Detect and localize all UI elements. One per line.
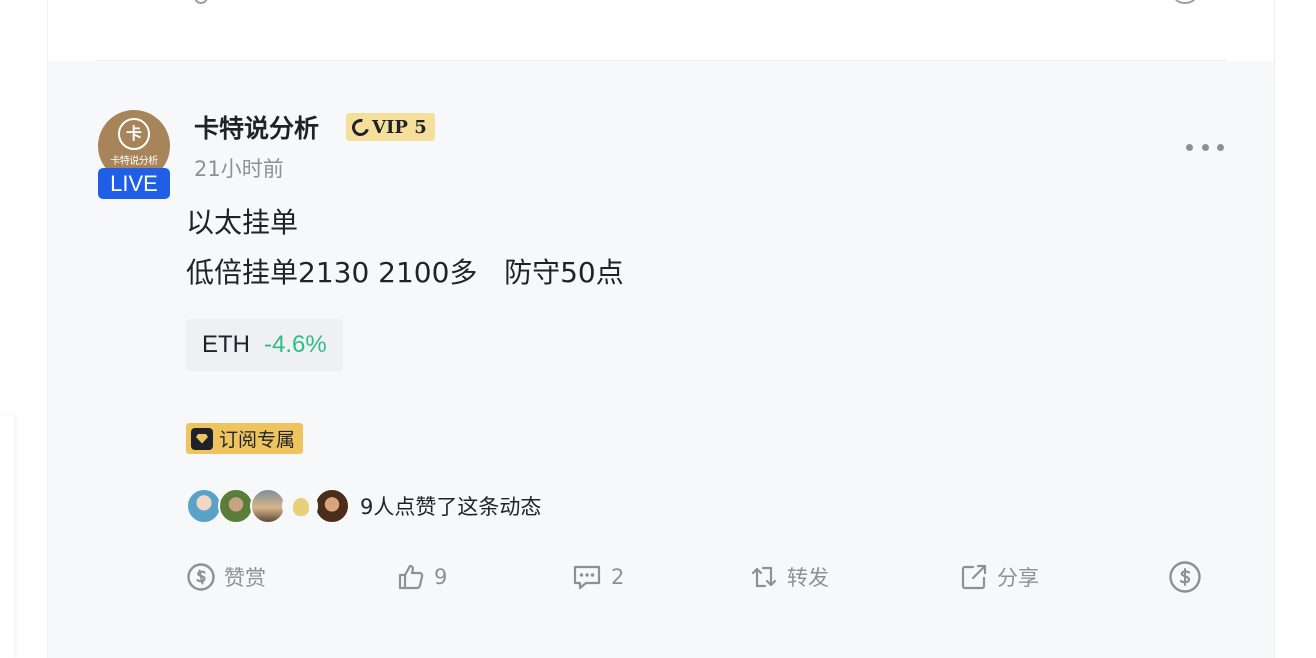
likers-row[interactable]: 9人点赞了这条动态 bbox=[186, 487, 541, 525]
coin-icon bbox=[1169, 561, 1201, 593]
coin-button[interactable] bbox=[1168, 559, 1202, 595]
comment-button[interactable]: 2 bbox=[571, 559, 624, 595]
liker-avatar[interactable] bbox=[250, 488, 286, 524]
vip-label: VIP 5 bbox=[372, 116, 427, 138]
avatar-text: 卡特说分析 bbox=[110, 156, 158, 167]
tip-label: 赞赏 bbox=[224, 566, 266, 590]
tip-icon bbox=[187, 563, 215, 591]
previous-tip-icon[interactable] bbox=[194, 0, 208, 4]
more-icon[interactable] bbox=[1186, 139, 1224, 155]
tip-button[interactable]: 赞赏 bbox=[186, 559, 266, 595]
next-post-preview bbox=[188, 626, 1218, 658]
action-bar: 赞赏 9 2 转发 分享 bbox=[186, 559, 1206, 595]
thumbs-up-icon bbox=[398, 564, 424, 590]
post-card: 卡 卡特说分析 LIVE 卡特说分析 VIP 5 21小时前 以太挂单 低倍挂单… bbox=[48, 61, 1274, 658]
repost-icon bbox=[751, 566, 777, 588]
vip-icon bbox=[348, 115, 373, 139]
liker-avatar[interactable] bbox=[218, 488, 254, 524]
share-label: 分享 bbox=[997, 566, 1039, 590]
subscription-badge: 订阅专属 bbox=[186, 423, 304, 454]
ticker-change: -4.6% bbox=[264, 331, 327, 358]
repost-button[interactable]: 转发 bbox=[749, 559, 829, 595]
author-name[interactable]: 卡特说分析 bbox=[194, 109, 319, 145]
like-count: 9 bbox=[434, 565, 448, 589]
likes-summary[interactable]: 9人点赞了这条动态 bbox=[360, 491, 541, 521]
previous-post-card bbox=[48, 0, 1274, 60]
liker-avatar[interactable] bbox=[186, 488, 222, 524]
ticker-symbol: ETH bbox=[202, 331, 250, 358]
liker-avatar[interactable] bbox=[282, 488, 318, 524]
feed-column: 卡 卡特说分析 LIVE 卡特说分析 VIP 5 21小时前 以太挂单 低倍挂单… bbox=[47, 0, 1275, 658]
side-panel-edge bbox=[0, 415, 14, 658]
post-timestamp: 21小时前 bbox=[194, 157, 284, 181]
vip-badge: VIP 5 bbox=[346, 113, 435, 141]
previous-coin-icon[interactable] bbox=[1174, 0, 1196, 4]
avatar-emblem: 卡 bbox=[118, 118, 150, 150]
share-icon bbox=[961, 564, 987, 590]
subscription-badge-label: 订阅专属 bbox=[219, 429, 296, 451]
like-button[interactable]: 9 bbox=[396, 559, 447, 595]
diamond-icon bbox=[191, 427, 213, 450]
comment-count: 2 bbox=[611, 565, 625, 589]
ticker-chip[interactable]: ETH -4.6% bbox=[186, 319, 343, 371]
post-content-line-1: 以太挂单 bbox=[186, 206, 299, 239]
live-badge[interactable]: LIVE bbox=[98, 168, 170, 199]
share-button[interactable]: 分享 bbox=[959, 559, 1039, 595]
liker-avatar[interactable] bbox=[314, 488, 350, 524]
repost-label: 转发 bbox=[787, 566, 829, 590]
post-content-line-2: 低倍挂单2130 2100多 防守50点 bbox=[186, 256, 624, 289]
comment-icon bbox=[573, 565, 601, 590]
page: 卡 卡特说分析 LIVE 卡特说分析 VIP 5 21小时前 以太挂单 低倍挂单… bbox=[0, 0, 1316, 658]
